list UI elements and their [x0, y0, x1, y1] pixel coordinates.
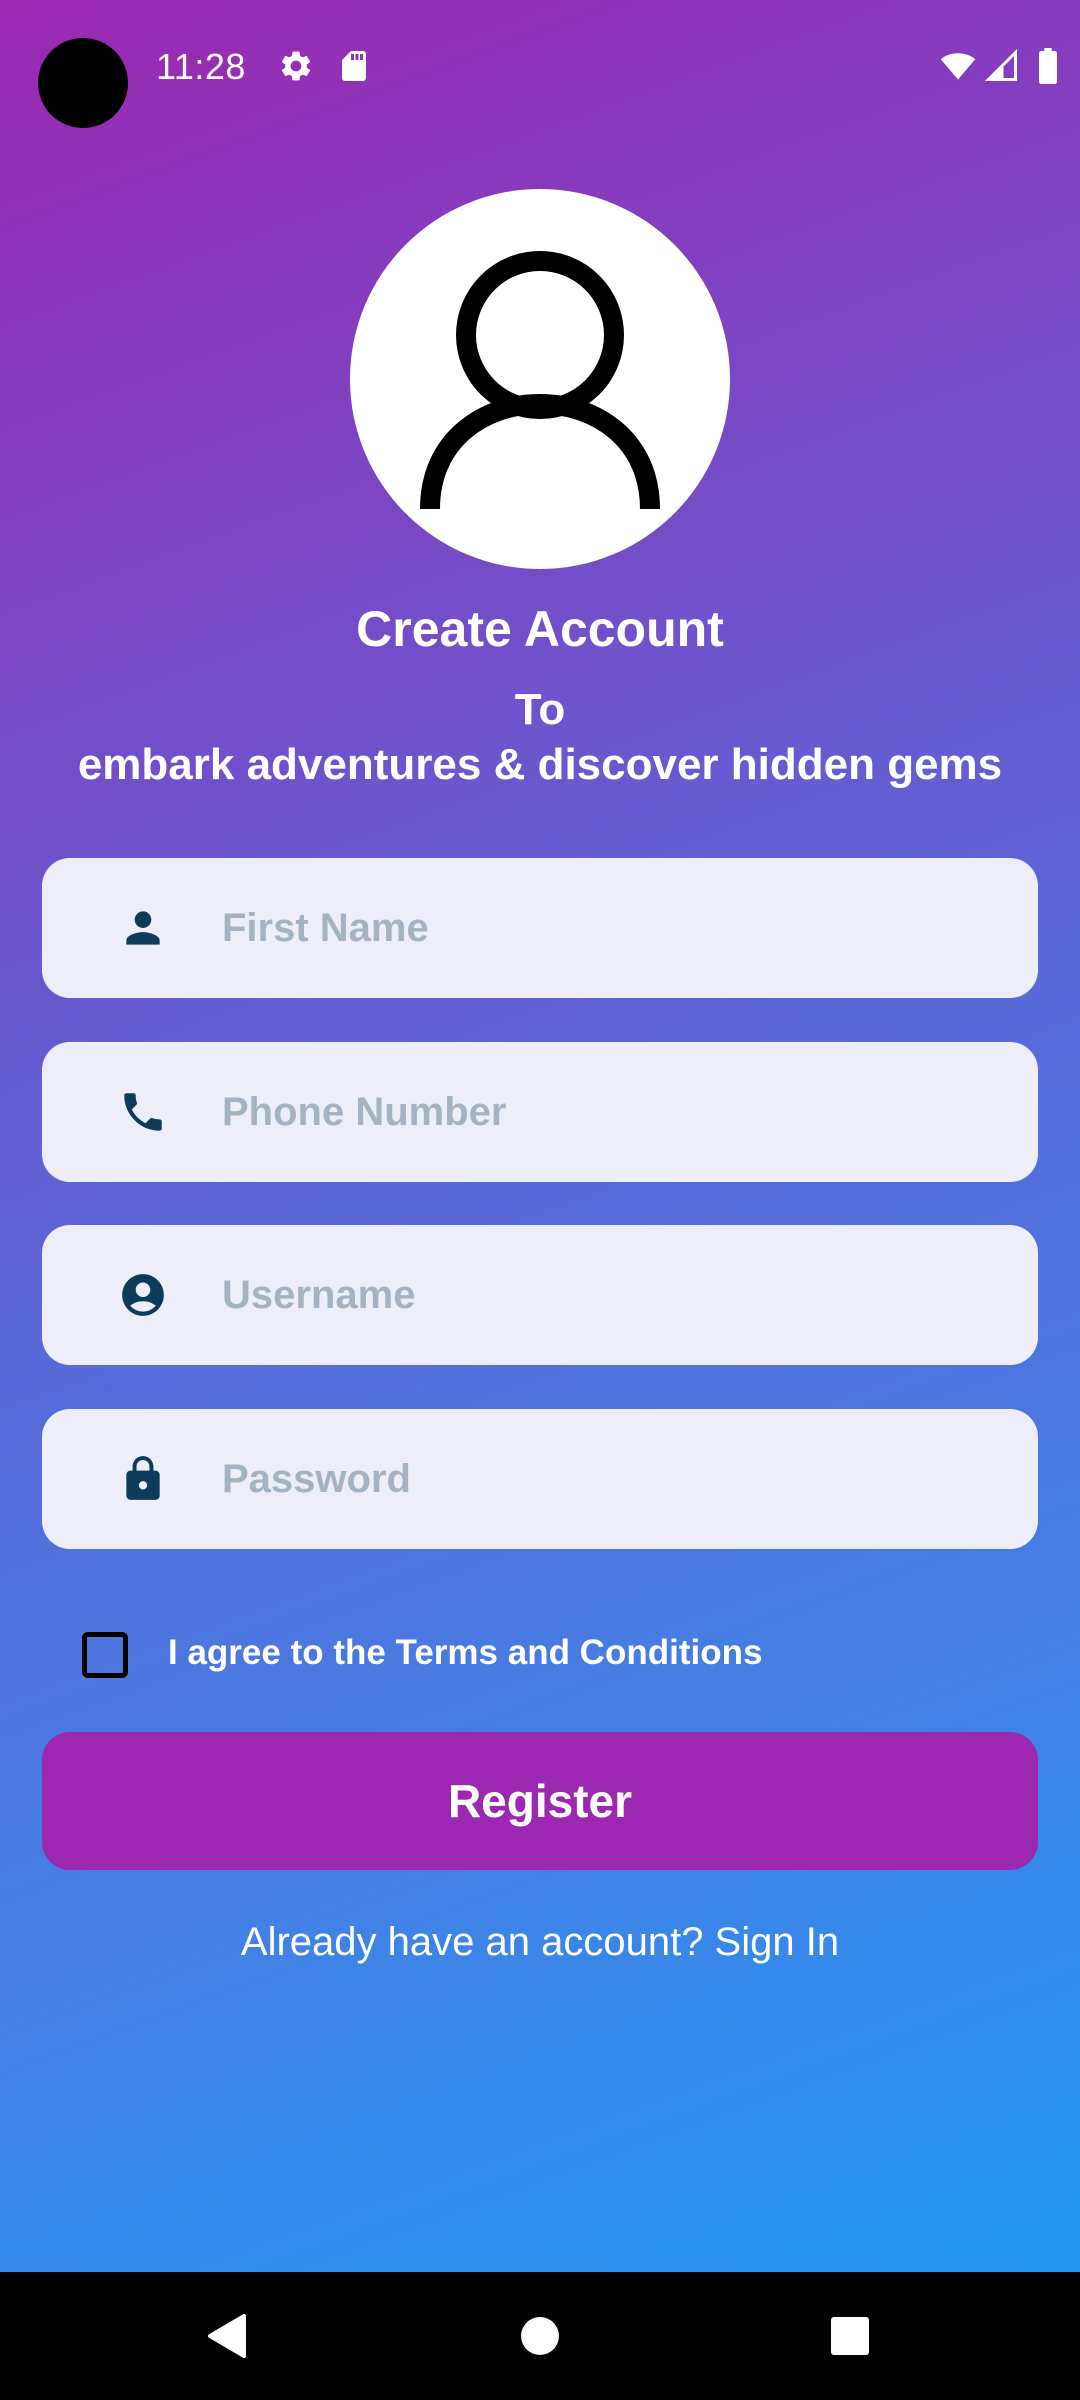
phone-icon — [124, 1093, 162, 1131]
register-button[interactable]: Register — [42, 1732, 1038, 1870]
signal-icon — [984, 48, 1017, 81]
page-title: Create Account — [356, 601, 724, 657]
phone-number-input[interactable] — [222, 1042, 1012, 1182]
username-input[interactable] — [222, 1225, 1012, 1365]
gear-icon — [281, 51, 311, 81]
person-icon — [126, 911, 160, 945]
account-circle-icon — [122, 1274, 164, 1316]
subtitle-line-1: To — [514, 685, 566, 734]
phone-number-field[interactable] — [42, 1042, 1038, 1182]
terms-checkbox[interactable] — [82, 1632, 128, 1678]
register-screen: 11:28 Create Account To embark adventure… — [0, 0, 1080, 2272]
avatar[interactable] — [350, 189, 730, 569]
battery-icon — [1039, 48, 1057, 84]
lock-icon — [126, 1456, 160, 1500]
terms-label[interactable]: I agree to the Terms and Conditions — [168, 1633, 762, 1673]
first-name-field[interactable] — [42, 858, 1038, 998]
person-outline-icon — [420, 251, 660, 510]
home-icon[interactable] — [480, 2272, 600, 2400]
recents-icon[interactable] — [790, 2272, 910, 2400]
navigation-bar — [0, 2272, 1080, 2400]
sd-card-icon — [342, 51, 366, 81]
back-icon[interactable] — [166, 2272, 286, 2400]
camera-cutout — [38, 38, 128, 128]
username-field[interactable] — [42, 1225, 1038, 1365]
password-field[interactable] — [42, 1409, 1038, 1549]
subtitle-line-2: embark adventures & discover hidden gems — [77, 740, 1003, 789]
status-time: 11:28 — [156, 46, 246, 87]
password-input[interactable] — [222, 1409, 1012, 1549]
first-name-input[interactable] — [222, 858, 1012, 998]
sign-in-link[interactable]: Already have an account? Sign In — [0, 1920, 1080, 1965]
wifi-icon — [940, 53, 976, 80]
status-bar: 11:28 — [0, 0, 1080, 130]
